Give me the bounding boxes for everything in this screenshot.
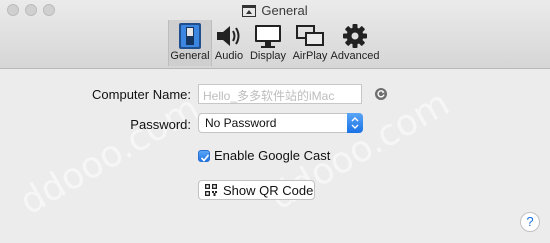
tab-audio-label: Audio [214, 50, 244, 62]
preferences-window: ddooo.com ddooo.com General General Audi… [0, 0, 550, 243]
gear-icon [343, 24, 367, 48]
tab-general[interactable]: General [168, 20, 212, 66]
window-title-bar: General [0, 3, 550, 19]
checkmark-icon [200, 154, 210, 162]
show-qr-code-button[interactable]: Show QR Code [198, 180, 315, 200]
tab-advanced-label: Advanced [330, 50, 380, 62]
tab-display-label: Display [249, 50, 287, 62]
enable-google-cast-checkbox[interactable] [198, 150, 210, 162]
password-label: Password: [130, 117, 191, 132]
toolbar: General General Audio Display AirPlay Ad… [0, 0, 550, 69]
tab-advanced[interactable]: Advanced [330, 20, 380, 66]
computer-name-label: Computer Name: [92, 87, 191, 102]
tab-general-label: General [170, 50, 210, 62]
airplay-mirroring-icon [296, 25, 324, 46]
tab-airplay-label: AirPlay [292, 50, 328, 62]
refresh-icon[interactable] [375, 88, 387, 100]
window-title-icon [242, 5, 257, 17]
select-arrows-icon [347, 113, 363, 133]
enable-google-cast-label[interactable]: Enable Google Cast [214, 148, 330, 163]
password-select-value: No Password [205, 116, 277, 130]
speaker-icon [217, 26, 240, 46]
monitor-icon [255, 25, 281, 48]
tab-audio[interactable]: Audio [212, 20, 246, 66]
computer-name-field[interactable]: Hello_多多软件站的iMac [198, 84, 362, 104]
help-button[interactable]: ? [520, 212, 540, 232]
qr-code-icon [205, 184, 217, 196]
general-switch-icon [179, 23, 201, 49]
tab-display[interactable]: Display [248, 20, 288, 66]
tab-airplay[interactable]: AirPlay [290, 20, 330, 66]
window-title: General [261, 3, 308, 18]
password-select[interactable]: No Password [198, 113, 363, 133]
watermark-left: ddooo.com [13, 87, 207, 224]
show-qr-code-label: Show QR Code [223, 183, 314, 198]
